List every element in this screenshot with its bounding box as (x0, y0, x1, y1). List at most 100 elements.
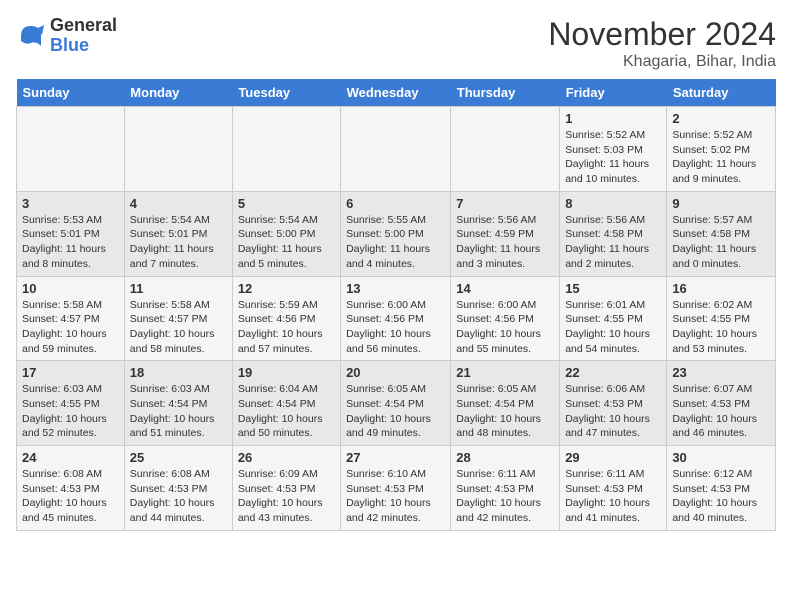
day-number: 10 (22, 281, 119, 296)
day-number: 9 (672, 196, 770, 211)
day-info: Sunrise: 6:00 AM Sunset: 4:56 PM Dayligh… (456, 298, 554, 357)
week-row-3: 17Sunrise: 6:03 AM Sunset: 4:55 PM Dayli… (17, 361, 776, 446)
day-info: Sunrise: 6:00 AM Sunset: 4:56 PM Dayligh… (346, 298, 445, 357)
day-info: Sunrise: 5:56 AM Sunset: 4:58 PM Dayligh… (565, 213, 661, 272)
day-number: 27 (346, 450, 445, 465)
header-row: SundayMondayTuesdayWednesdayThursdayFrid… (17, 79, 776, 107)
day-number: 18 (130, 365, 227, 380)
day-cell (451, 107, 560, 192)
header-monday: Monday (124, 79, 232, 107)
day-number: 23 (672, 365, 770, 380)
day-info: Sunrise: 5:59 AM Sunset: 4:56 PM Dayligh… (238, 298, 335, 357)
logo-text: General Blue (50, 16, 117, 56)
location: Khagaria, Bihar, India (548, 53, 776, 71)
header-saturday: Saturday (667, 79, 776, 107)
day-cell: 28Sunrise: 6:11 AM Sunset: 4:53 PM Dayli… (451, 446, 560, 531)
day-info: Sunrise: 6:12 AM Sunset: 4:53 PM Dayligh… (672, 467, 770, 526)
day-cell: 2 Sunrise: 5:52 AM Sunset: 5:02 PM Daylig… (667, 107, 776, 192)
day-number: 8 (565, 196, 661, 211)
day-cell: 9 Sunrise: 5:57 AM Sunset: 4:58 PM Daylig… (667, 191, 776, 276)
day-info: Sunrise: 6:06 AM Sunset: 4:53 PM Dayligh… (565, 382, 661, 441)
day-cell: 26 Sunrise: 6:09 AM Sunset: 4:53 PM Dayli… (232, 446, 340, 531)
day-number: 20 (346, 365, 445, 380)
day-info: Sunrise: 6:03 AM Sunset: 4:54 PM Dayligh… (130, 382, 227, 441)
day-cell: 23 Sunrise: 6:07 AM Sunset: 4:53 PM Dayli… (667, 361, 776, 446)
day-cell: 17Sunrise: 6:03 AM Sunset: 4:55 PM Dayli… (17, 361, 125, 446)
day-number: 3 (22, 196, 119, 211)
day-cell: 18 Sunrise: 6:03 AM Sunset: 4:54 PM Dayli… (124, 361, 232, 446)
calendar-header: SundayMondayTuesdayWednesdayThursdayFrid… (17, 79, 776, 107)
day-cell (17, 107, 125, 192)
day-number: 25 (130, 450, 227, 465)
day-info: Sunrise: 6:08 AM Sunset: 4:53 PM Dayligh… (130, 467, 227, 526)
day-number: 29 (565, 450, 661, 465)
day-info: Sunrise: 5:58 AM Sunset: 4:57 PM Dayligh… (22, 298, 119, 357)
header-thursday: Thursday (451, 79, 560, 107)
day-info: Sunrise: 5:55 AM Sunset: 5:00 PM Dayligh… (346, 213, 445, 272)
day-number: 15 (565, 281, 661, 296)
day-info: Sunrise: 6:08 AM Sunset: 4:53 PM Dayligh… (22, 467, 119, 526)
day-cell (232, 107, 340, 192)
day-cell: 14 Sunrise: 6:00 AM Sunset: 4:56 PM Dayli… (451, 276, 560, 361)
week-row-1: 3 Sunrise: 5:53 AM Sunset: 5:01 PM Daylig… (17, 191, 776, 276)
day-info: Sunrise: 5:58 AM Sunset: 4:57 PM Dayligh… (130, 298, 227, 357)
day-info: Sunrise: 6:05 AM Sunset: 4:54 PM Dayligh… (346, 382, 445, 441)
week-row-4: 24 Sunrise: 6:08 AM Sunset: 4:53 PM Dayli… (17, 446, 776, 531)
day-cell: 22 Sunrise: 6:06 AM Sunset: 4:53 PM Dayli… (560, 361, 667, 446)
day-number: 11 (130, 281, 227, 296)
day-number: 16 (672, 281, 770, 296)
day-cell: 6 Sunrise: 5:55 AM Sunset: 5:00 PM Daylig… (341, 191, 451, 276)
header-friday: Friday (560, 79, 667, 107)
day-number: 14 (456, 281, 554, 296)
day-info: Sunrise: 6:10 AM Sunset: 4:53 PM Dayligh… (346, 467, 445, 526)
day-info: Sunrise: 6:11 AM Sunset: 4:53 PM Dayligh… (565, 467, 661, 526)
day-cell: 8 Sunrise: 5:56 AM Sunset: 4:58 PM Daylig… (560, 191, 667, 276)
calendar-body: 1Sunrise: 5:52 AM Sunset: 5:03 PM Daylig… (17, 107, 776, 531)
month-title: November 2024 (548, 16, 776, 53)
day-number: 22 (565, 365, 661, 380)
day-cell: 15 Sunrise: 6:01 AM Sunset: 4:55 PM Dayli… (560, 276, 667, 361)
day-number: 24 (22, 450, 119, 465)
day-info: Sunrise: 5:54 AM Sunset: 5:00 PM Dayligh… (238, 213, 335, 272)
day-cell: 19Sunrise: 6:04 AM Sunset: 4:54 PM Dayli… (232, 361, 340, 446)
day-info: Sunrise: 6:07 AM Sunset: 4:53 PM Dayligh… (672, 382, 770, 441)
day-info: Sunrise: 6:09 AM Sunset: 4:53 PM Dayligh… (238, 467, 335, 526)
day-cell (124, 107, 232, 192)
day-cell: 24 Sunrise: 6:08 AM Sunset: 4:53 PM Dayli… (17, 446, 125, 531)
day-cell (341, 107, 451, 192)
day-cell: 5Sunrise: 5:54 AM Sunset: 5:00 PM Daylig… (232, 191, 340, 276)
calendar-table: SundayMondayTuesdayWednesdayThursdayFrid… (16, 79, 776, 531)
day-number: 7 (456, 196, 554, 211)
day-number: 4 (130, 196, 227, 211)
day-info: Sunrise: 6:01 AM Sunset: 4:55 PM Dayligh… (565, 298, 661, 357)
day-cell: 10 Sunrise: 5:58 AM Sunset: 4:57 PM Dayli… (17, 276, 125, 361)
day-info: Sunrise: 5:57 AM Sunset: 4:58 PM Dayligh… (672, 213, 770, 272)
day-number: 2 (672, 111, 770, 126)
header-tuesday: Tuesday (232, 79, 340, 107)
day-number: 12 (238, 281, 335, 296)
logo-icon (16, 21, 46, 51)
day-number: 21 (456, 365, 554, 380)
day-number: 19 (238, 365, 335, 380)
day-cell: 27 Sunrise: 6:10 AM Sunset: 4:53 PM Dayli… (341, 446, 451, 531)
day-info: Sunrise: 6:02 AM Sunset: 4:55 PM Dayligh… (672, 298, 770, 357)
day-info: Sunrise: 5:54 AM Sunset: 5:01 PM Dayligh… (130, 213, 227, 272)
day-info: Sunrise: 5:53 AM Sunset: 5:01 PM Dayligh… (22, 213, 119, 272)
logo: General Blue (16, 16, 117, 56)
day-number: 13 (346, 281, 445, 296)
week-row-0: 1Sunrise: 5:52 AM Sunset: 5:03 PM Daylig… (17, 107, 776, 192)
day-number: 30 (672, 450, 770, 465)
day-info: Sunrise: 5:52 AM Sunset: 5:02 PM Dayligh… (672, 128, 770, 187)
day-cell: 29 Sunrise: 6:11 AM Sunset: 4:53 PM Dayli… (560, 446, 667, 531)
day-cell: 1Sunrise: 5:52 AM Sunset: 5:03 PM Daylig… (560, 107, 667, 192)
day-cell: 16 Sunrise: 6:02 AM Sunset: 4:55 PM Dayli… (667, 276, 776, 361)
day-info: Sunrise: 5:52 AM Sunset: 5:03 PM Dayligh… (565, 128, 661, 187)
day-info: Sunrise: 6:05 AM Sunset: 4:54 PM Dayligh… (456, 382, 554, 441)
day-info: Sunrise: 5:56 AM Sunset: 4:59 PM Dayligh… (456, 213, 554, 272)
day-number: 6 (346, 196, 445, 211)
day-number: 28 (456, 450, 554, 465)
title-section: November 2024 Khagaria, Bihar, India (548, 16, 776, 71)
day-number: 26 (238, 450, 335, 465)
day-info: Sunrise: 6:03 AM Sunset: 4:55 PM Dayligh… (22, 382, 119, 441)
day-cell: 21 Sunrise: 6:05 AM Sunset: 4:54 PM Dayli… (451, 361, 560, 446)
